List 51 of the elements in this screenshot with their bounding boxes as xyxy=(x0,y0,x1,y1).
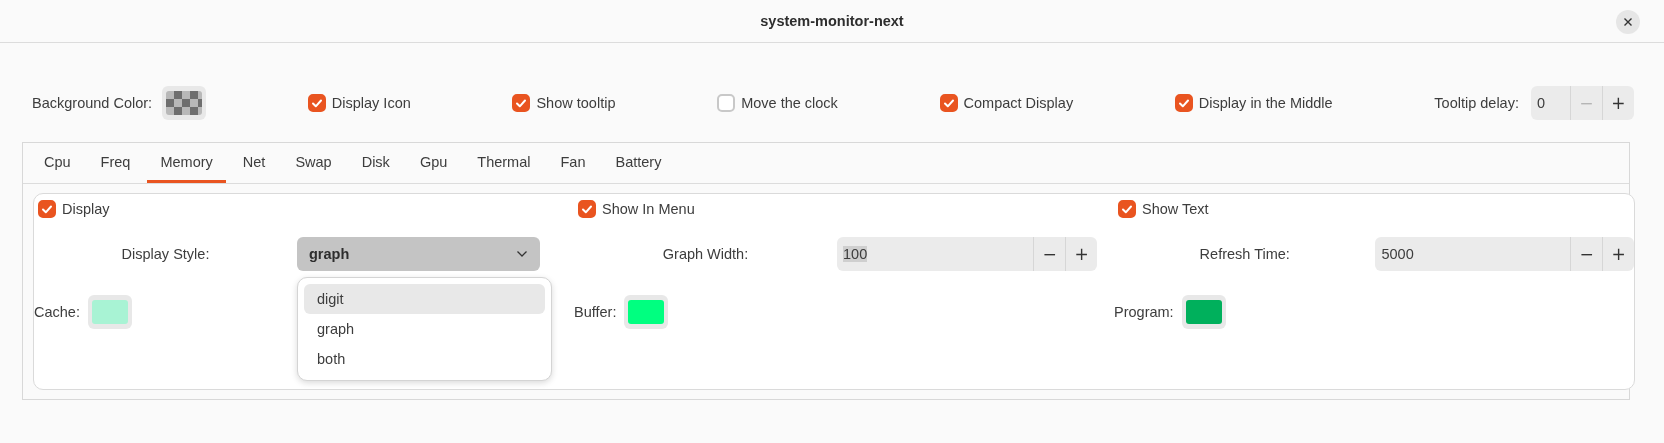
tab[interactable]: Net xyxy=(229,143,279,183)
tab[interactable]: Thermal xyxy=(464,143,544,183)
field-label: Graph Width: xyxy=(662,246,749,262)
decrement-button[interactable]: − xyxy=(1570,237,1602,271)
close-icon xyxy=(1623,17,1633,27)
increment-button[interactable]: + xyxy=(1601,86,1634,120)
close-button[interactable] xyxy=(1616,10,1640,34)
menu-item[interactable]: both xyxy=(304,344,545,374)
checkbox[interactable] xyxy=(1118,200,1136,218)
checkbox-label[interactable]: Show tooltip xyxy=(536,95,616,111)
tab[interactable]: Disk xyxy=(348,143,403,183)
number-field[interactable]: 100 xyxy=(837,237,1033,271)
tab[interactable]: Freq xyxy=(87,143,144,183)
checkbox-label[interactable]: Display Icon xyxy=(331,95,411,111)
checkbox-label[interactable]: Display in the Middle xyxy=(1198,95,1333,111)
checkbox-label[interactable]: Show Text xyxy=(1142,201,1209,217)
field-label: Cache: xyxy=(34,304,80,320)
checkbox[interactable] xyxy=(1174,94,1193,112)
field-label: Tooltip delay: xyxy=(1434,95,1519,111)
field-label: Display Style: xyxy=(121,246,210,262)
tab[interactable]: Gpu xyxy=(406,143,461,183)
field-label: Buffer: xyxy=(574,304,617,320)
field-label: Background Color: xyxy=(32,95,153,111)
checkbox-label[interactable]: Move the clock xyxy=(741,95,838,111)
checkbox[interactable] xyxy=(512,94,531,112)
number-field[interactable]: 0 xyxy=(1530,86,1570,120)
dropdown[interactable]: graph xyxy=(297,237,540,271)
menu-item[interactable]: graph xyxy=(304,314,545,344)
decrement-button[interactable]: − xyxy=(1033,237,1065,271)
checkbox[interactable] xyxy=(717,94,736,112)
checkbox-label[interactable]: Display xyxy=(62,201,110,217)
number-field[interactable]: 5000 xyxy=(1375,237,1570,271)
checkbox-label[interactable]: Compact Display xyxy=(963,95,1074,111)
increment-button[interactable]: + xyxy=(1065,237,1097,271)
tab[interactable]: Memory xyxy=(147,143,226,183)
increment-button[interactable]: + xyxy=(1602,237,1634,271)
checkbox[interactable] xyxy=(939,94,958,112)
checkbox[interactable] xyxy=(38,200,56,218)
caret-icon xyxy=(516,250,528,258)
window-title: system-monitor-next xyxy=(760,13,904,29)
checkbox[interactable] xyxy=(578,200,596,218)
field-label: Refresh Time: xyxy=(1199,246,1290,262)
field-label: Program: xyxy=(1114,304,1174,320)
menu-item[interactable]: digit xyxy=(304,284,545,314)
checkbox[interactable] xyxy=(307,94,326,112)
tab[interactable]: Battery xyxy=(602,143,675,183)
tab[interactable]: Cpu xyxy=(31,143,84,183)
tab[interactable]: Swap xyxy=(282,143,345,183)
color-button[interactable] xyxy=(162,86,207,120)
tab[interactable]: Fan xyxy=(547,143,599,183)
checkbox-label[interactable]: Show In Menu xyxy=(602,201,695,217)
